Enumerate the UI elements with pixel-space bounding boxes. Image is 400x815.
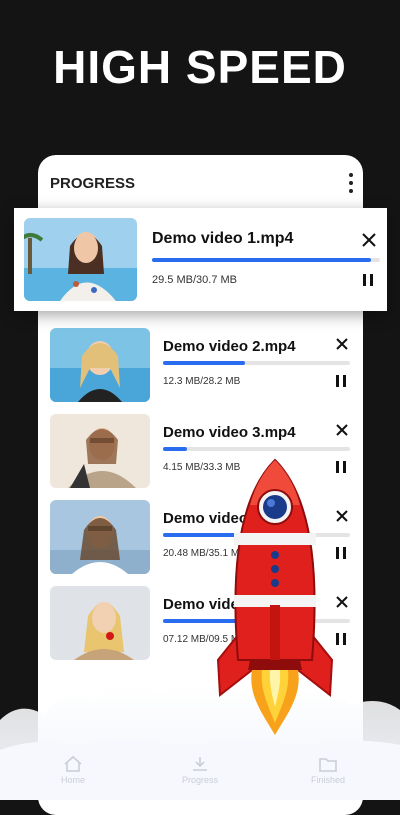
video-title: Demo video 2.mp4	[163, 338, 296, 355]
download-icon	[193, 757, 207, 771]
video-title: Demo video 1.mp4	[152, 230, 294, 247]
pause-icon[interactable]	[363, 274, 373, 286]
video-thumbnail	[50, 414, 150, 488]
folder-icon	[319, 758, 337, 772]
nav-home-label: Home	[60, 775, 85, 785]
video-thumbnail	[50, 328, 150, 402]
list-item[interactable]: Demo video 2.mp4 12.3 MB/28.2 MB	[50, 328, 350, 402]
close-icon[interactable]	[361, 232, 377, 248]
progress-bar	[163, 447, 350, 451]
nav-finished[interactable]: Finished	[298, 755, 358, 785]
file-size: 29.5 MB/30.7 MB	[152, 274, 237, 286]
headline: HIGH SPEED	[53, 41, 347, 93]
bottom-nav: Home Progress Finished	[38, 755, 363, 800]
list-item-active[interactable]: Demo video 1.mp4 29.5 MB/30.7 MB	[14, 208, 387, 311]
progress-fill	[163, 361, 246, 365]
home-icon	[64, 755, 82, 772]
page-title: PROGRESS	[50, 175, 136, 192]
progress-fill	[152, 258, 371, 262]
close-icon[interactable]	[334, 422, 350, 438]
video-thumbnail	[24, 218, 137, 301]
nav-finished-label: Finished	[310, 775, 346, 785]
more-options-icon[interactable]	[347, 173, 355, 193]
progress-bar	[152, 258, 380, 262]
nav-progress-label: Progress	[181, 775, 218, 785]
nav-progress[interactable]: Progress	[170, 755, 230, 785]
pause-icon[interactable]	[336, 375, 346, 387]
video-title: Demo video 3.mp4	[163, 424, 296, 441]
close-icon[interactable]	[334, 336, 350, 352]
progress-bar	[163, 361, 350, 365]
progress-fill	[163, 447, 188, 451]
file-size: 12.3 MB/28.2 MB	[163, 376, 241, 387]
video-thumbnail	[50, 500, 150, 574]
rocket-illustration	[216, 458, 334, 735]
nav-home[interactable]: Home	[43, 755, 103, 785]
